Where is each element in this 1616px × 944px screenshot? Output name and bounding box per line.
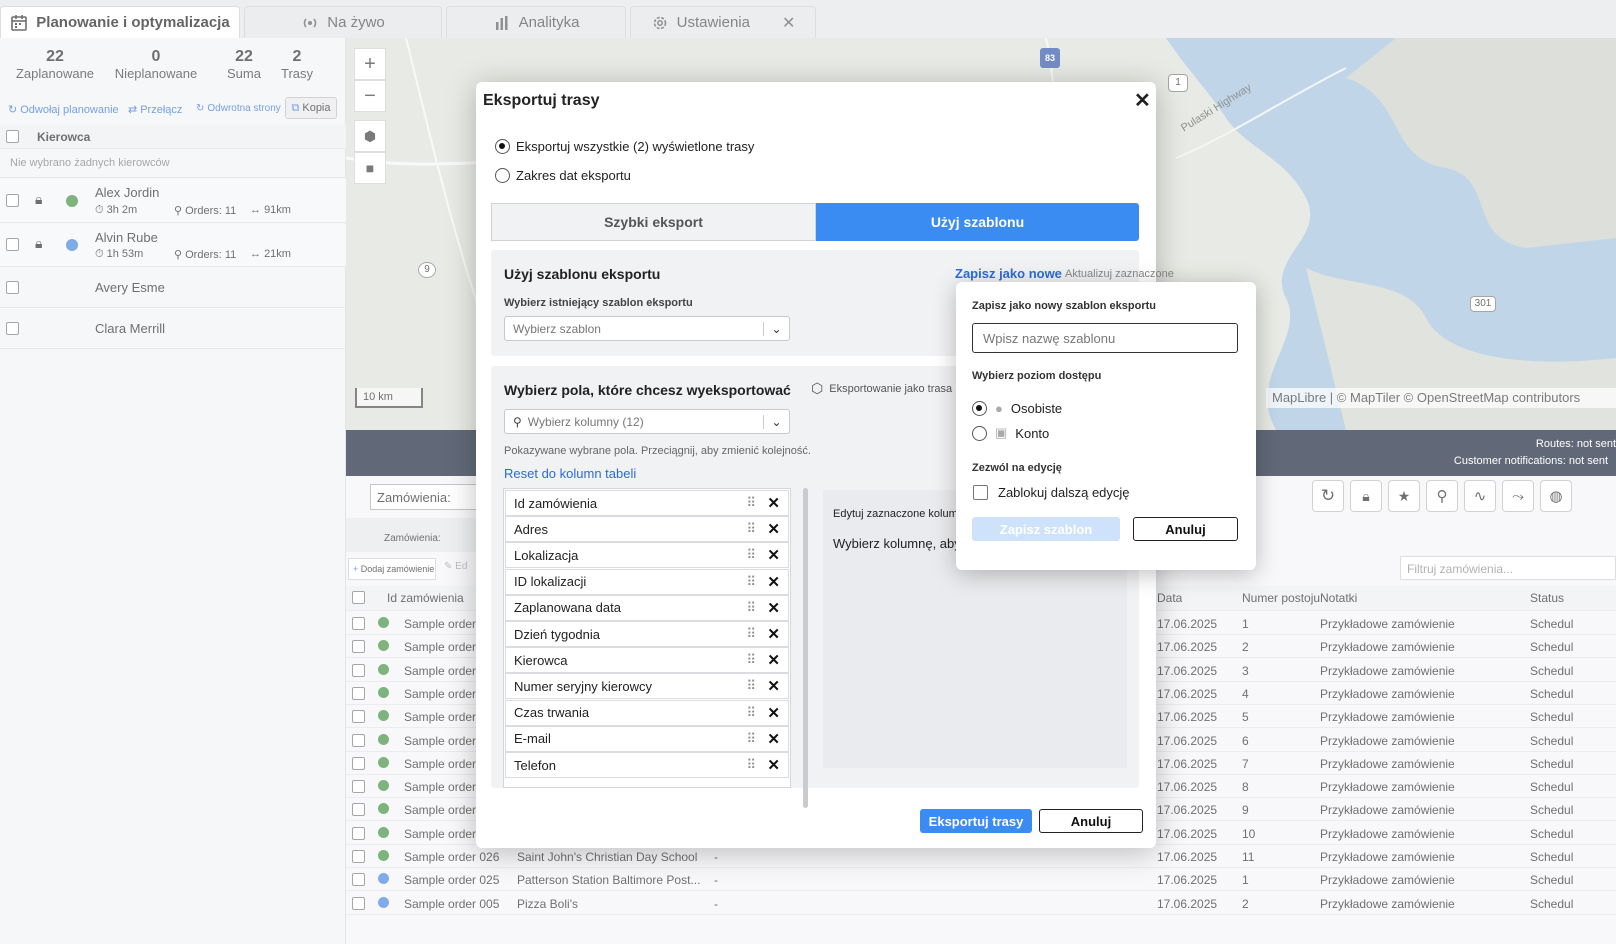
column-list-item[interactable]: ID lokalizacji ⠿ ✕ <box>505 568 789 595</box>
column-list-item[interactable]: Id zamówienia ⠿ ✕ <box>505 490 789 516</box>
column-list-item[interactable]: Adres ⠿ ✕ <box>505 516 789 543</box>
use-template-tab[interactable]: Użyj szablonu <box>816 203 1139 241</box>
remove-column-icon[interactable]: ✕ <box>767 520 780 538</box>
remove-column-icon[interactable]: ✕ <box>767 756 780 774</box>
cancel-export-button[interactable]: Anuluj <box>1039 809 1143 833</box>
template-section-title: Użyj szablonu eksportu <box>504 266 661 282</box>
drag-handle-icon[interactable]: ⠿ <box>746 626 755 642</box>
columns-scrollbar[interactable] <box>803 488 808 808</box>
remove-column-icon[interactable]: ✕ <box>767 599 780 617</box>
allow-edit-title: Zezwól na edycję <box>972 462 1062 474</box>
save-template-button[interactable]: Zapisz szablon <box>972 517 1120 541</box>
remove-column-icon[interactable]: ✕ <box>767 546 780 564</box>
drag-handle-icon[interactable]: ⠿ <box>746 495 755 511</box>
edit-columns-title: Edytuj zaznaczone kolumne <box>833 508 970 520</box>
columns-select[interactable]: ⚲ Wybierz kolumny (12) ⌄ <box>504 409 790 434</box>
chevron-down-icon: ⌄ <box>763 321 789 336</box>
column-name: Telefon <box>514 757 556 773</box>
remove-column-icon[interactable]: ✕ <box>767 677 780 695</box>
cancel-template-button[interactable]: Anuluj <box>1133 517 1238 541</box>
drag-handle-icon[interactable]: ⠿ <box>746 521 755 537</box>
modal-title: Eksportuj trasy <box>483 92 600 109</box>
update-selected-link[interactable]: Aktualizuj zaznaczone <box>1065 268 1174 280</box>
quick-export-tab[interactable]: Szybki eksport <box>491 203 816 241</box>
drag-handle-icon[interactable]: ⠿ <box>746 574 755 590</box>
radio-selected[interactable] <box>972 401 987 416</box>
column-name: Adres <box>514 521 548 537</box>
column-name: Id zamówienia <box>514 495 598 511</box>
lock-edit-checkbox[interactable] <box>973 485 988 500</box>
account-icon: ▣ <box>995 425 1008 440</box>
column-name: Dzień tygodnia <box>514 626 600 642</box>
radio-selected[interactable] <box>495 139 510 154</box>
search-icon: ⚲ <box>513 414 522 429</box>
drag-handle-icon[interactable]: ⠿ <box>746 757 755 773</box>
remove-column-icon[interactable]: ✕ <box>767 730 780 748</box>
save-as-new-link[interactable]: Zapisz jako nowe <box>955 266 1062 281</box>
remove-column-icon[interactable]: ✕ <box>767 494 780 512</box>
export-all-option[interactable]: Eksportuj wszystkie (2) wyświetlone tras… <box>495 139 754 154</box>
drag-handle-icon[interactable]: ⠿ <box>746 652 755 668</box>
column-list-item[interactable]: Lokalizacja ⠿ ✕ <box>505 542 789 569</box>
drag-handle-icon[interactable]: ⠿ <box>746 678 755 694</box>
user-icon: ● <box>995 401 1003 416</box>
lock-edit-option[interactable]: Zablokuj dalszą edycję <box>973 485 1130 500</box>
drag-handle-icon[interactable]: ⠿ <box>746 547 755 563</box>
export-as-route-toggle[interactable]: ⬡ Eksportowanie jako trasa <box>811 380 952 397</box>
template-select[interactable]: Wybierz szablon ⌄ <box>504 316 790 341</box>
popover-title: Zapisz jako nowy szablon eksportu <box>972 300 1156 312</box>
export-range-option[interactable]: Zakres dat eksportu <box>495 168 631 183</box>
template-select-label: Wybierz istniejący szablon eksportu <box>504 297 693 309</box>
drag-handle-icon[interactable]: ⠿ <box>746 705 755 721</box>
drag-handle-icon[interactable]: ⠿ <box>746 731 755 747</box>
column-list-item[interactable]: Dzień tygodnia ⠿ ✕ <box>505 621 789 647</box>
remove-column-icon[interactable]: ✕ <box>767 625 780 643</box>
column-name: Kierowca <box>514 652 568 668</box>
remove-column-icon[interactable]: ✕ <box>767 704 780 722</box>
edit-columns-hint: Wybierz kolumnę, aby <box>833 536 961 551</box>
column-list-item[interactable]: Telefon ⠿ ✕ <box>505 752 789 778</box>
reset-columns-link[interactable]: Reset do kolumn tabeli <box>504 466 636 481</box>
remove-column-icon[interactable]: ✕ <box>767 651 780 669</box>
column-list-item[interactable]: Zaplanowana data ⠿ ✕ <box>505 594 789 621</box>
template-name-input[interactable]: Wpisz nazwę szablonu <box>972 323 1238 353</box>
column-name: Czas trwania <box>514 705 590 721</box>
radio-unselected[interactable] <box>972 425 987 441</box>
drag-handle-icon[interactable]: ⠿ <box>746 600 755 616</box>
access-personal-option[interactable]: ● Osobiste <box>972 401 1062 416</box>
radio-unselected[interactable] <box>495 168 510 183</box>
column-name: Lokalizacja <box>514 547 579 563</box>
column-list-item[interactable]: Numer seryjny kierowcy ⠿ ✕ <box>505 673 789 700</box>
close-modal-icon[interactable]: ✕ <box>1134 88 1151 113</box>
column-name: Numer seryjny kierowcy <box>514 678 652 694</box>
remove-column-icon[interactable]: ✕ <box>767 573 780 591</box>
column-list-item[interactable]: E-mail ⠿ ✕ <box>505 725 789 752</box>
chevron-down-icon: ⌄ <box>763 414 789 429</box>
column-name: Zaplanowana data <box>514 600 621 616</box>
column-list-item[interactable]: Czas trwania ⠿ ✕ <box>505 699 789 726</box>
box-icon: ⬡ <box>811 380 824 396</box>
fields-hint: Pokazywane wybrane pola. Przeciągnij, ab… <box>504 445 811 457</box>
access-level-title: Wybierz poziom dostępu <box>972 370 1102 382</box>
column-list-item[interactable]: Kierowca ⠿ ✕ <box>505 647 789 674</box>
column-name: E-mail <box>514 731 551 747</box>
export-routes-button[interactable]: Eksportuj trasy <box>920 809 1032 833</box>
fields-section-title: Wybierz pola, które chcesz wyeksportować <box>504 382 791 398</box>
access-account-option[interactable]: ▣ Konto <box>972 425 1049 441</box>
column-name: ID lokalizacji <box>514 574 587 590</box>
